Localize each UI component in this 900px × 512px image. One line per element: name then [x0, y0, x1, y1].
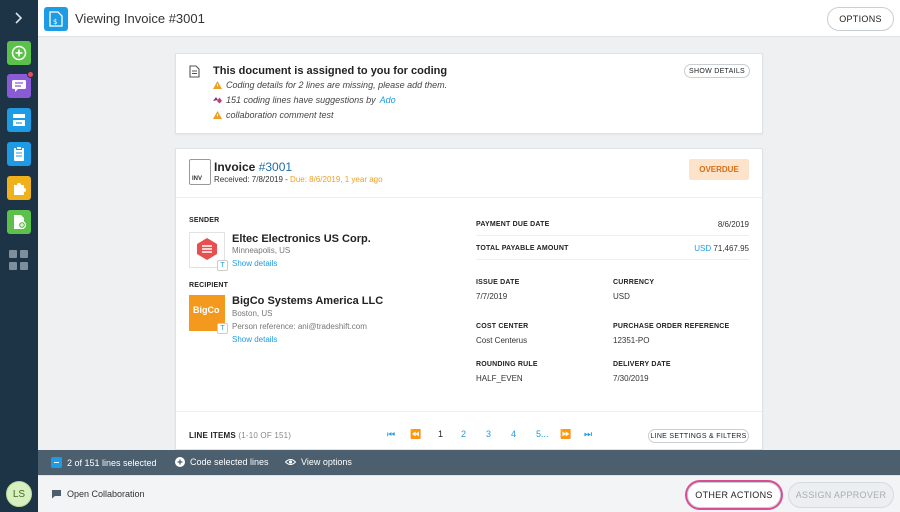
sender-location: Minneapolis, US: [232, 246, 291, 255]
total-payable-label: TOTAL PAYABLE AMOUNT: [476, 245, 569, 252]
ado-link[interactable]: Ado: [380, 95, 396, 105]
invoice-title: Invoice #3001: [214, 160, 293, 174]
due-date-text: Due: 8/6/2019, 1 year ago: [290, 175, 383, 184]
currency-value: USD: [613, 292, 630, 301]
notice-message-text: 151 coding lines have suggestions by: [226, 95, 376, 105]
cost-center-value: Cost Centerus: [476, 336, 528, 345]
currency-label: CURRENCY: [613, 279, 655, 286]
chat-bubble-icon: [52, 490, 61, 499]
issue-date-value: 7/7/2019: [476, 292, 508, 301]
payment-due-label: PAYMENT DUE DATE: [476, 221, 550, 228]
notification-dot: [27, 71, 34, 78]
invoice-document-icon: $: [44, 7, 68, 31]
open-collaboration-button[interactable]: Open Collaboration: [51, 489, 145, 499]
prev-page-icon[interactable]: ⏪: [410, 429, 421, 440]
delivery-date-value: 7/30/2019: [613, 374, 649, 383]
notice-message-text: collaboration comment test: [226, 110, 334, 120]
invoice-dates: Received: 7/8/2019 - Due: 8/6/2019, 1 ye…: [214, 175, 383, 184]
inbox-app-icon[interactable]: [7, 108, 31, 132]
recipient-logo-text: BigCo: [193, 305, 220, 315]
coding-notice-card: This document is assigned to you for cod…: [175, 53, 763, 134]
create-app-icon[interactable]: [7, 41, 31, 65]
warning-icon: [213, 81, 222, 89]
status-badge: OVERDUE: [689, 159, 749, 180]
line-items-label: LINE ITEMS (1-10 OF 151): [189, 431, 292, 440]
other-actions-button[interactable]: OTHER ACTIONS: [687, 482, 781, 508]
deselect-checkbox-icon[interactable]: [51, 457, 62, 468]
action-footer: Open Collaboration OTHER ACTIONS ASSIGN …: [38, 475, 900, 512]
sender-name: Eltec Electronics US Corp.: [232, 233, 371, 245]
tradeshift-badge-icon: T: [217, 323, 228, 334]
first-page-icon[interactable]: ⏮: [387, 429, 395, 440]
invoice-card: INV Invoice #3001 Received: 7/8/2019 - D…: [175, 148, 763, 450]
payment-due-value: 8/6/2019: [717, 220, 749, 229]
page-3[interactable]: 3: [486, 429, 491, 439]
sender-label: SENDER: [189, 217, 220, 224]
options-button[interactable]: OPTIONS: [827, 7, 894, 31]
expand-chevron-icon[interactable]: [0, 0, 38, 36]
issue-date-label: ISSUE DATE: [476, 279, 520, 286]
selection-bar: 2 of 151 lines selected Code selected li…: [38, 450, 900, 475]
notice-message: collaboration comment test: [213, 110, 334, 120]
tradeshift-badge-icon: T: [217, 260, 228, 271]
po-reference-label: PURCHASE ORDER REFERENCE: [613, 323, 730, 330]
warning-icon: [213, 111, 222, 119]
all-apps-grid-icon[interactable]: [9, 250, 29, 270]
page-4[interactable]: 4: [511, 429, 516, 439]
cost-center-label: COST CENTER: [476, 323, 529, 330]
invoice-number: #3001: [258, 160, 293, 174]
row-divider: [476, 259, 749, 260]
notice-message-text: Coding details for 2 lines are missing, …: [226, 80, 448, 90]
selection-count[interactable]: 2 of 151 lines selected: [51, 457, 157, 468]
assign-approver-button[interactable]: ASSIGN APPROVER: [788, 482, 894, 508]
documents-app-icon[interactable]: [7, 210, 31, 234]
page-5[interactable]: 5...: [536, 429, 549, 439]
line-settings-button[interactable]: LINE SETTINGS & FILTERS: [648, 429, 749, 443]
view-options-button[interactable]: View options: [285, 457, 352, 467]
divider: [176, 411, 762, 412]
svg-text:$: $: [53, 18, 57, 26]
recipient-logo: BigCo T: [189, 295, 228, 334]
apps-puzzle-icon[interactable]: [7, 176, 31, 200]
user-avatar[interactable]: LS: [6, 481, 32, 507]
divider: [176, 197, 762, 198]
invoice-file-icon: INV: [189, 159, 211, 185]
conversations-app-icon[interactable]: [7, 71, 34, 98]
document-icon: [189, 65, 200, 81]
page-1[interactable]: 1: [438, 429, 443, 439]
plus-circle-icon: [175, 457, 185, 467]
row-divider: [476, 235, 749, 236]
recipient-label: RECIPIENT: [189, 282, 229, 289]
delivery-date-label: DELIVERY DATE: [613, 361, 671, 368]
recipient-name: BigCo Systems America LLC: [232, 295, 384, 307]
app-rail: LS: [0, 0, 38, 512]
recipient-person-reference: Person reference: ani@tradeshift.com: [232, 322, 367, 331]
page-title: Viewing Invoice #3001: [75, 11, 205, 26]
tasks-app-icon[interactable]: [7, 142, 31, 166]
recipient-show-details-link[interactable]: Show details: [232, 335, 277, 344]
sender-show-details-link[interactable]: Show details: [232, 259, 277, 268]
recipient-location: Boston, US: [232, 309, 273, 318]
po-reference-value: 12351-PO: [613, 336, 650, 345]
code-selected-lines-button[interactable]: Code selected lines: [175, 457, 269, 467]
sender-logo: T: [189, 232, 228, 271]
page-2[interactable]: 2: [461, 429, 466, 439]
last-page-icon[interactable]: ⏭: [584, 429, 592, 440]
rounding-rule-value: HALF_EVEN: [476, 374, 523, 383]
show-details-button[interactable]: SHOW DETAILS: [684, 64, 750, 78]
eye-icon: [285, 459, 296, 465]
notice-message: 151 coding lines have suggestions by Ado: [213, 95, 396, 105]
ado-icon: [213, 97, 222, 104]
rounding-rule-label: ROUNDING RULE: [476, 361, 538, 368]
notice-heading: This document is assigned to you for cod…: [213, 65, 448, 77]
page-header: $ Viewing Invoice #3001 OPTIONS: [38, 0, 900, 37]
total-payable-value: USD 71,467.95: [694, 244, 749, 253]
next-page-icon[interactable]: ⏩: [560, 429, 571, 440]
notice-message: Coding details for 2 lines are missing, …: [213, 80, 447, 90]
